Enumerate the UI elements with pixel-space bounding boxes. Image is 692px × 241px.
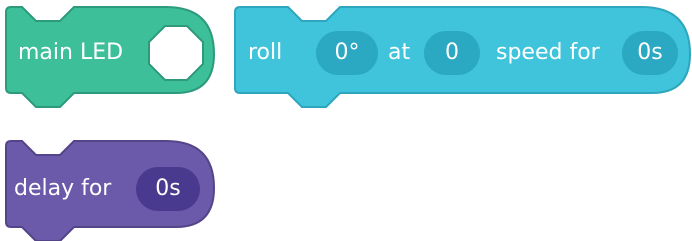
delay-block[interactable]: delay for 0s [0,134,216,241]
roll-duration-input[interactable]: 0s [622,31,678,75]
speed-for-label: speed for [496,40,600,65]
main-led-label: main LED [18,40,124,65]
main-led-block[interactable]: main LED [0,0,216,108]
roll-duration-value: 0s [637,40,663,65]
delay-for-label: delay for [14,176,112,201]
roll-label: roll [248,40,283,65]
roll-block[interactable]: roll 0° at 0 speed for 0s [230,0,692,108]
at-label: at [388,40,411,65]
led-color-picker-button[interactable] [146,23,206,83]
heading-value: 0° [334,40,360,65]
delay-duration-value: 0s [155,176,181,201]
octagon-icon [148,25,204,81]
speed-input[interactable]: 0 [424,31,480,75]
heading-input[interactable]: 0° [316,31,378,75]
speed-value: 0 [445,40,459,65]
delay-duration-input[interactable]: 0s [136,167,200,211]
